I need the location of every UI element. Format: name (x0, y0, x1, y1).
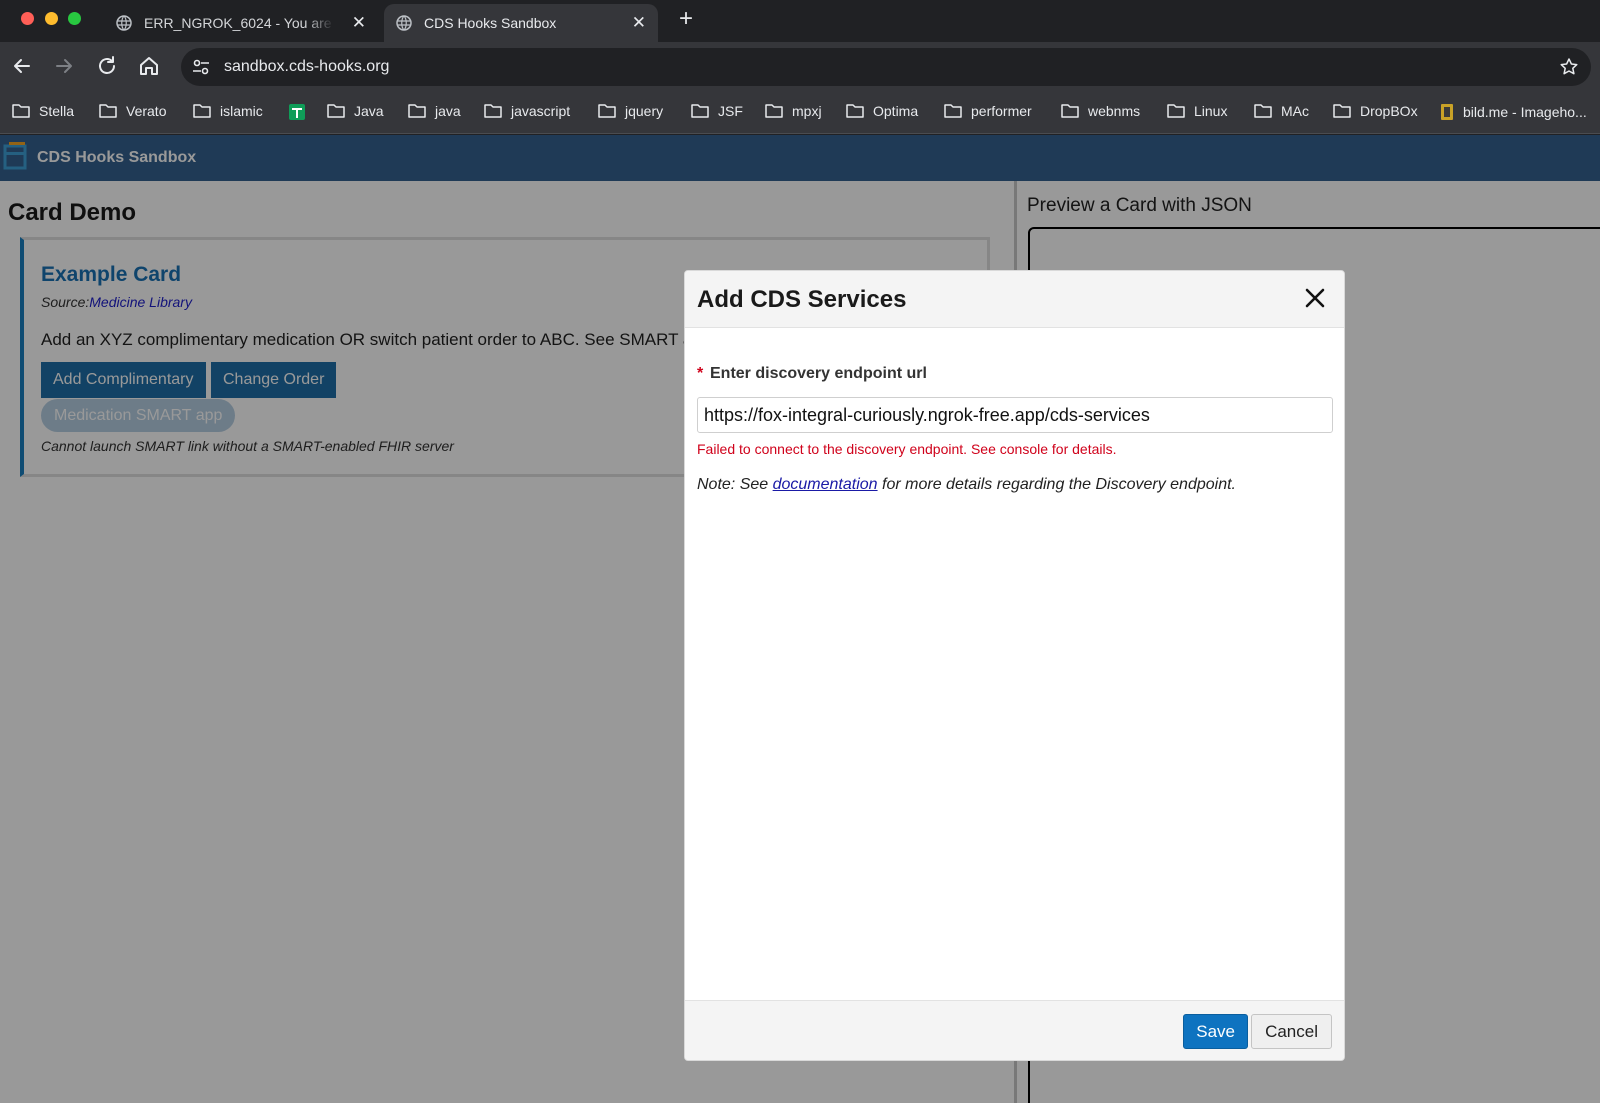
folder-icon (99, 104, 117, 118)
bookmark-label: MAc (1281, 103, 1309, 119)
globe-icon (396, 15, 412, 31)
folder-icon (765, 104, 783, 118)
bookmark-folder[interactable]: MAc (1254, 103, 1309, 119)
reload-icon[interactable] (95, 54, 119, 78)
bookmark-label: mpxj (792, 103, 822, 119)
bookmark-label: islamic (220, 103, 263, 119)
add-cds-services-dialog: Add CDS Services * Enter discovery endpo… (684, 270, 1345, 1061)
bookmark-site-icon (1441, 104, 1453, 120)
bookmark-label: Optima (873, 103, 919, 119)
bookmark-folder[interactable]: JSF (691, 103, 743, 119)
folder-icon (408, 104, 426, 118)
bookmark-label: DropBOx (1360, 103, 1418, 119)
bookmark-folder[interactable]: islamic (193, 103, 263, 119)
connection-error-text: Failed to connect to the discovery endpo… (697, 441, 1117, 457)
folder-icon (1167, 104, 1185, 118)
dialog-title: Add CDS Services (697, 286, 907, 313)
bookmark-label: Verato (126, 103, 167, 119)
close-tab-icon[interactable]: ✕ (632, 14, 646, 31)
dialog-footer: Save Cancel (685, 1000, 1344, 1060)
discovery-url-input[interactable] (697, 397, 1333, 433)
folder-icon (1061, 104, 1079, 118)
spreadsheet-icon (289, 104, 305, 120)
site-settings-icon[interactable] (191, 57, 211, 77)
bookmark-label: webnms (1088, 103, 1141, 119)
bookmark-folder[interactable]: Stella (12, 103, 74, 119)
folder-icon (1333, 104, 1351, 118)
folder-icon (944, 104, 962, 118)
bookmark-label: Linux (1194, 103, 1228, 119)
bookmark-label: bild.me - Imageho... (1463, 104, 1587, 120)
documentation-note: Note: See documentation for more details… (697, 476, 1236, 494)
folder-icon (1254, 104, 1272, 118)
bookmark-folder[interactable]: Java (327, 103, 384, 119)
bookmark-link[interactable]: bild.me - Imageho... (1440, 103, 1587, 121)
note-suffix: for more details regarding the Discovery… (877, 476, 1236, 493)
window-maximize-button[interactable] (68, 12, 81, 25)
discovery-url-label: Enter discovery endpoint url (710, 365, 927, 382)
forward-arrow-icon[interactable] (52, 54, 76, 78)
bookmark-folder[interactable]: webnms (1061, 103, 1140, 119)
tab-title: ERR_NGROK_6024 - You are about to visit (144, 15, 334, 31)
new-tab-button[interactable]: + (672, 6, 700, 34)
browser-tab-bar: ERR_NGROK_6024 - You are about to visit … (0, 0, 1600, 42)
save-button[interactable]: Save (1183, 1014, 1248, 1049)
folder-icon (12, 104, 30, 118)
close-tab-icon[interactable]: ✕ (352, 14, 366, 31)
bookmark-label: jquery (625, 103, 664, 119)
home-icon[interactable] (137, 54, 161, 78)
folder-icon (846, 104, 864, 118)
window-close-button[interactable] (21, 12, 34, 25)
bookmark-label: Stella (39, 103, 75, 119)
bookmark-sheets[interactable] (288, 103, 315, 121)
bookmark-folder[interactable]: javascript (484, 103, 570, 119)
tab-title: CDS Hooks Sandbox (424, 15, 557, 31)
bookmark-folder[interactable]: java (408, 103, 461, 119)
folder-icon (327, 104, 345, 118)
folder-icon (193, 104, 211, 118)
back-arrow-icon[interactable] (10, 54, 34, 78)
bookmark-label: JSF (718, 103, 743, 119)
browser-tab-ngrok-error[interactable]: ERR_NGROK_6024 - You are about to visit … (104, 4, 378, 42)
documentation-link[interactable]: documentation (773, 476, 878, 493)
bookmark-folder[interactable]: DropBOx (1333, 103, 1418, 119)
required-indicator: * (697, 365, 704, 382)
bookmark-label: performer (971, 103, 1032, 119)
web-page: CDS Hooks Sandbox Card Demo Example Card… (0, 135, 1600, 1103)
close-icon[interactable] (1304, 287, 1326, 309)
window-minimize-button[interactable] (45, 12, 58, 25)
bookmark-folder[interactable]: jquery (598, 103, 663, 119)
folder-icon (484, 104, 502, 118)
url-text: sandbox.cds-hooks.org (224, 58, 390, 75)
globe-icon (116, 15, 132, 31)
bookmark-folder[interactable]: Linux (1167, 103, 1227, 119)
bookmark-star-icon[interactable] (1559, 57, 1579, 77)
bookmark-label: Java (354, 103, 384, 119)
bookmarks-bar: Stella Verato islamic Java java javascri… (0, 92, 1600, 134)
note-prefix: Note: See (697, 476, 773, 493)
bookmark-label: java (435, 103, 461, 119)
address-bar[interactable]: sandbox.cds-hooks.org (181, 48, 1591, 86)
browser-toolbar: sandbox.cds-hooks.org (0, 42, 1600, 92)
bookmark-label: javascript (511, 103, 571, 119)
bookmark-folder[interactable]: mpxj (765, 103, 822, 119)
bookmark-folder[interactable]: Optima (846, 103, 918, 119)
bookmark-folder[interactable]: performer (944, 103, 1032, 119)
dialog-header: Add CDS Services (685, 271, 1344, 328)
cancel-button[interactable]: Cancel (1251, 1014, 1332, 1049)
folder-icon (598, 104, 616, 118)
bookmark-folder[interactable]: Verato (99, 103, 166, 119)
folder-icon (691, 104, 709, 118)
browser-tab-cds-hooks-sandbox[interactable]: CDS Hooks Sandbox ✕ (384, 4, 658, 42)
